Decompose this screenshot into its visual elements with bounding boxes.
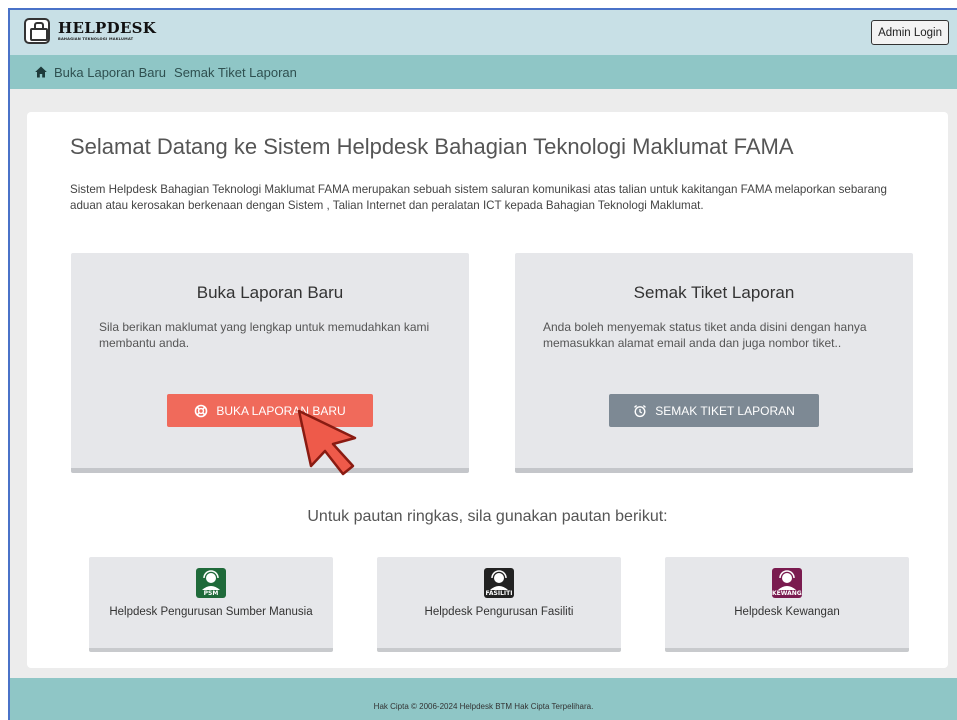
main-panel: Selamat Datang ke Sistem Helpdesk Bahagi… [27, 112, 948, 668]
nav-link-buka-laporan-baru[interactable]: Buka Laporan Baru [54, 65, 166, 80]
quick-link-psm[interactable]: PSM Helpdesk Pengurusan Sumber Manusia [89, 557, 333, 652]
quick-link-label: Helpdesk Pengurusan Fasiliti [424, 606, 574, 618]
footer-copyright: Hak Cipta © 2006-2024 Helpdesk BTM Hak C… [373, 701, 594, 711]
quick-link-label: Helpdesk Kewangan [734, 606, 840, 618]
browser-frame: HELPDESK BAHAGIAN TEKNOLOGI MAKLUMAT Adm… [8, 8, 957, 720]
page-title: Selamat Datang ke Sistem Helpdesk Bahagi… [70, 134, 794, 159]
fasiliti-headset-icon: FASILITI [484, 568, 514, 598]
intro-text: Sistem Helpdesk Bahagian Teknologi Maklu… [70, 183, 887, 212]
kewangan-headset-icon: KEWANGAN [772, 568, 802, 598]
nav-link-semak-tiket-laporan[interactable]: Semak Tiket Laporan [174, 65, 297, 80]
card-heading: Semak Tiket Laporan [633, 283, 795, 302]
quick-links-title: Untuk pautan ringkas, sila gunakan pauta… [307, 508, 668, 525]
helpdesk-emblem-icon [24, 18, 50, 44]
quick-link-fasiliti[interactable]: FASILITI Helpdesk Pengurusan Fasiliti [377, 557, 621, 652]
admin-login-button[interactable]: Admin Login [871, 20, 949, 45]
lifebuoy-icon [195, 404, 208, 417]
card-buka-laporan-baru: Buka Laporan Baru Sila berikan maklumat … [71, 253, 469, 473]
psm-headset-icon: PSM [196, 568, 226, 598]
button-label: SEMAK TIKET LAPORAN [655, 403, 795, 418]
navbar: Buka Laporan Baru Semak Tiket Laporan [10, 55, 957, 89]
semak-tiket-laporan-button[interactable]: SEMAK TIKET LAPORAN [609, 394, 819, 427]
card-heading: Buka Laporan Baru [196, 283, 344, 302]
icon-tag: PSM [203, 590, 219, 597]
card-text: Sila berikan maklumat yang lengkap untuk… [99, 320, 430, 350]
site-logo[interactable]: HELPDESK BAHAGIAN TEKNOLOGI MAKLUMAT [24, 18, 156, 44]
home-icon[interactable] [34, 65, 48, 79]
alarm-clock-icon [634, 404, 647, 417]
quick-link-kewangan[interactable]: KEWANGAN Helpdesk Kewangan [665, 557, 909, 652]
icon-tag: FASILITI [485, 590, 513, 597]
logo-title: HELPDESK [58, 18, 157, 37]
logo-subtitle: BAHAGIAN TEKNOLOGI MAKLUMAT [58, 36, 134, 41]
icon-tag: KEWANGAN [772, 590, 802, 597]
quick-link-label: Helpdesk Pengurusan Sumber Manusia [109, 606, 313, 618]
mouse-cursor-icon [297, 409, 357, 476]
card-semak-tiket-laporan: Semak Tiket Laporan Anda boleh menyemak … [515, 253, 913, 473]
site-footer: Hak Cipta © 2006-2024 Helpdesk BTM Hak C… [10, 678, 957, 720]
card-text: Anda boleh menyemak status tiket anda di… [543, 320, 867, 350]
logo-text: HELPDESK BAHAGIAN TEKNOLOGI MAKLUMAT [58, 18, 157, 42]
site-header: HELPDESK BAHAGIAN TEKNOLOGI MAKLUMAT Adm… [10, 10, 957, 55]
